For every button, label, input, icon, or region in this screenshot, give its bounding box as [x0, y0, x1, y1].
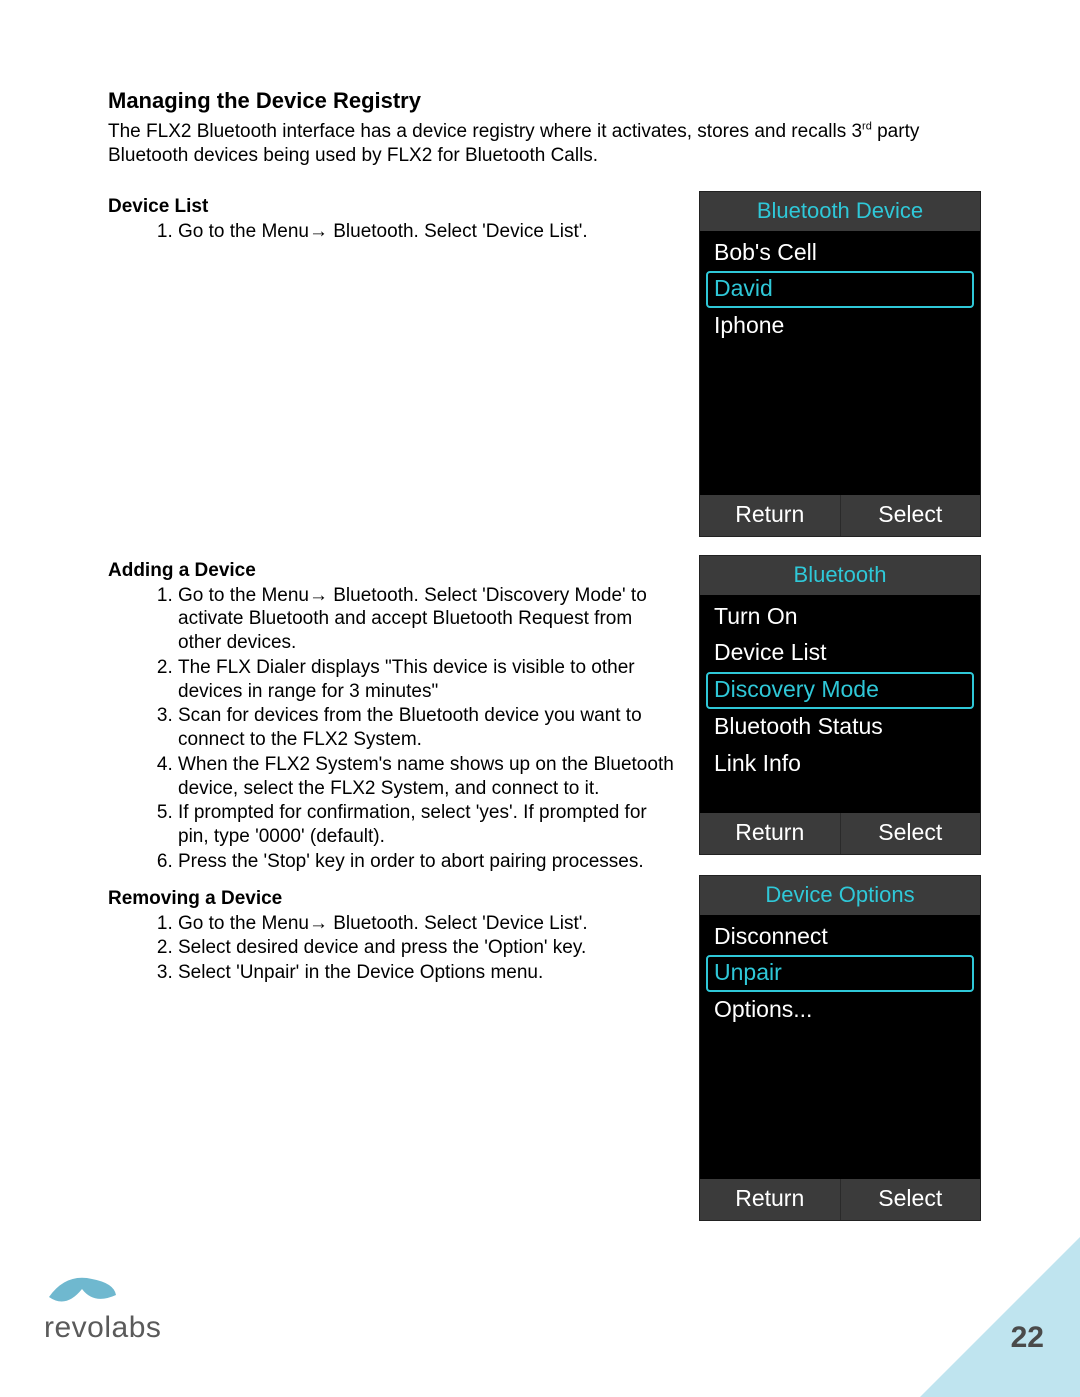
option-item[interactable]: Disconnect [706, 919, 974, 956]
softkey-bar: Return Select [700, 813, 980, 854]
softkey-return[interactable]: Return [700, 495, 840, 536]
list-item: Go to the Menu→ Bluetooth. Select 'Devic… [178, 220, 674, 244]
softkey-return[interactable]: Return [700, 1179, 840, 1220]
intro-sup: rd [862, 121, 872, 133]
screen-items: Disconnect Unpair Options... [700, 915, 980, 1179]
device-item[interactable]: David [706, 271, 974, 308]
list-item: Scan for devices from the Bluetooth devi… [178, 704, 674, 752]
menu-item[interactable]: Discovery Mode [706, 672, 974, 709]
logo-text: revolabs [44, 1311, 161, 1345]
softkey-return[interactable]: Return [700, 813, 840, 854]
list-device-list: Go to the Menu→ Bluetooth. Select 'Devic… [108, 220, 674, 244]
page-number: 22 [1011, 1321, 1044, 1355]
list-removing: Go to the Menu→ Bluetooth. Select 'Devic… [108, 912, 674, 985]
screen-items: Bob's Cell David Iphone [700, 231, 980, 495]
screen-bluetooth-device: Bluetooth Device Bob's Cell David Iphone… [700, 192, 980, 536]
list-item: Select desired device and press the 'Opt… [178, 936, 674, 960]
page-corner-accent [920, 1237, 1080, 1397]
softkey-select[interactable]: Select [840, 495, 981, 536]
logo-icon [44, 1265, 122, 1313]
list-item: When the FLX2 System's name shows up on … [178, 753, 674, 801]
menu-item[interactable]: Device List [706, 635, 974, 672]
screen-title: Bluetooth Device [700, 192, 980, 231]
menu-item[interactable]: Turn On [706, 599, 974, 636]
screen-device-options: Device Options Disconnect Unpair Options… [700, 876, 980, 1220]
list-item: Go to the Menu→ Bluetooth. Select 'Disco… [178, 584, 674, 655]
intro-a: The FLX2 Bluetooth interface has a devic… [108, 121, 862, 142]
menu-item[interactable]: Link Info [706, 746, 974, 783]
softkey-bar: Return Select [700, 495, 980, 536]
option-item[interactable]: Unpair [706, 955, 974, 992]
screen-title: Device Options [700, 876, 980, 915]
subhead-device-list: Device List [108, 196, 674, 218]
device-item[interactable]: Iphone [706, 308, 974, 345]
screen-title: Bluetooth [700, 556, 980, 595]
screen-bluetooth-menu: Bluetooth Turn On Device List Discovery … [700, 556, 980, 854]
list-item: Select 'Unpair' in the Device Options me… [178, 961, 674, 985]
page-heading: Managing the Device Registry [108, 88, 980, 114]
option-item[interactable]: Options... [706, 992, 974, 1029]
brand-logo: revolabs [44, 1265, 161, 1345]
softkey-select[interactable]: Select [840, 1179, 981, 1220]
softkey-bar: Return Select [700, 1179, 980, 1220]
list-item: The FLX Dialer displays "This device is … [178, 656, 674, 704]
intro-text: The FLX2 Bluetooth interface has a devic… [108, 120, 980, 168]
menu-item[interactable]: Bluetooth Status [706, 709, 974, 746]
subhead-adding: Adding a Device [108, 560, 674, 582]
device-item[interactable]: Bob's Cell [706, 235, 974, 272]
list-item: If prompted for confirmation, select 'ye… [178, 801, 674, 849]
list-adding: Go to the Menu→ Bluetooth. Select 'Disco… [108, 584, 674, 874]
list-item: Go to the Menu→ Bluetooth. Select 'Devic… [178, 912, 674, 936]
list-item: Press the 'Stop' key in order to abort p… [178, 850, 674, 874]
subhead-removing: Removing a Device [108, 888, 674, 910]
softkey-select[interactable]: Select [840, 813, 981, 854]
screen-items: Turn On Device List Discovery Mode Bluet… [700, 595, 980, 813]
